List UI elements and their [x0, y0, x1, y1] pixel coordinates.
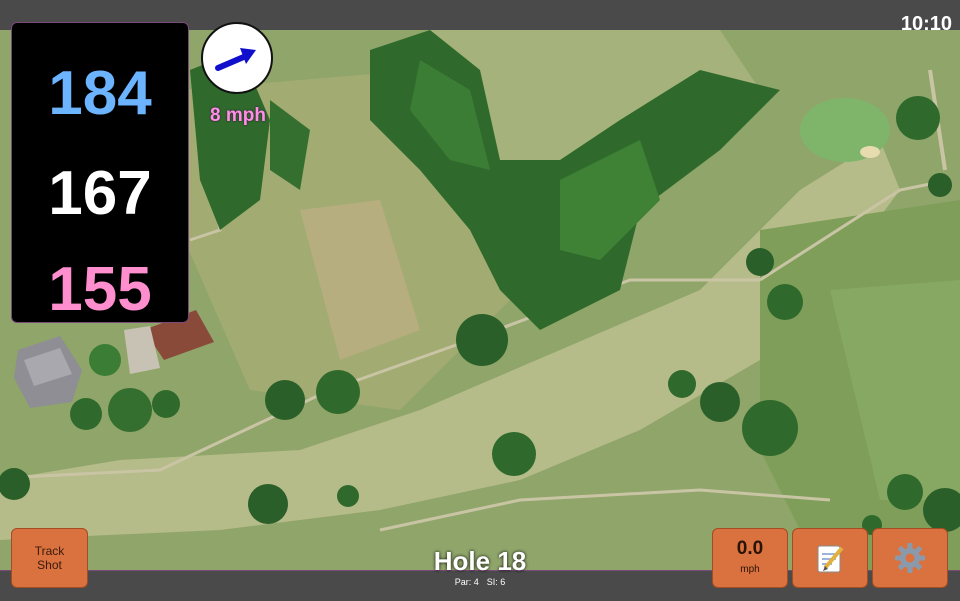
hole-stroke-index: SI: 6 [486, 577, 506, 587]
track-shot-button[interactable]: Track Shot [11, 528, 88, 588]
hole-title: Hole 18 [433, 546, 527, 576]
hole-par: Par: 4 [454, 577, 479, 587]
distance-panel: 184 167 155 [11, 22, 189, 323]
track-shot-label: Track Shot [34, 544, 65, 572]
distance-front: 155 [48, 255, 152, 324]
speed-unit: mph [740, 564, 760, 575]
status-clock: 10:10 [900, 13, 952, 35]
distance-middle: 167 [48, 159, 152, 228]
distance-back: 184 [48, 59, 152, 128]
settings-button[interactable] [872, 528, 948, 588]
speed-button[interactable]: 0.0 mph [712, 528, 788, 588]
wind-indicator [201, 22, 273, 94]
hole-details: Par: 4 SI: 6 [400, 577, 560, 587]
notepad-icon [817, 545, 844, 573]
wind-speed-label: 8 mph [210, 105, 266, 126]
notes-button[interactable] [792, 528, 868, 588]
speed-value: 0.0 [736, 538, 764, 559]
wind-arrow-icon [215, 48, 256, 71]
gear-icon [895, 543, 925, 573]
